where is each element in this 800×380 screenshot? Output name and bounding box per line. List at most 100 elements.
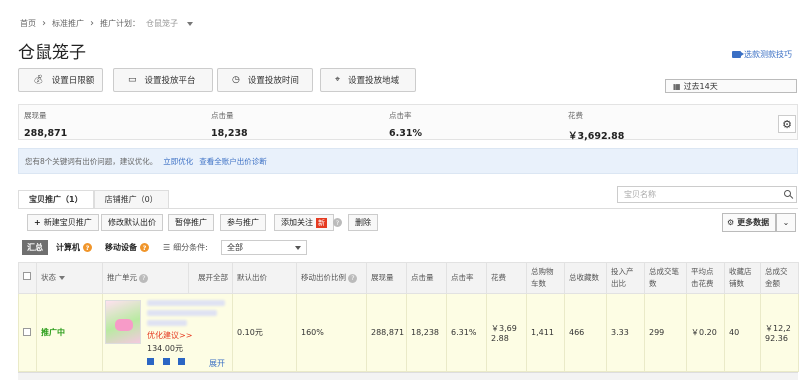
status-badge: 推广中 (41, 328, 65, 337)
video-tips-link[interactable]: 选款测款技巧 (732, 49, 792, 60)
add-item-promotion-button[interactable]: + 新建宝贝推广 (27, 214, 99, 231)
roi-cell: 3.33 (606, 293, 645, 372)
promotion-table: 状态 推广单元 ? 展开全部 默认出价 移动出价比例 ? 展现量 点击量 点击率… (18, 262, 799, 372)
help-icon[interactable]: ? (333, 218, 342, 227)
bid-diagnosis-link[interactable]: 查看全账户出价诊断 (199, 156, 267, 167)
filter-summary[interactable]: 汇总 (22, 240, 48, 255)
date-range-select[interactable]: ▦ 过去14天 (665, 79, 797, 93)
table-row[interactable]: 推广中 优化建议>> 134.00元 展开 0.10元 160% 288,871… (18, 293, 799, 372)
breadcrumb-plan-name[interactable]: 仓鼠笼子 (146, 18, 178, 29)
gear-icon[interactable]: ⚙ (778, 115, 796, 133)
col-impressions[interactable]: 展现量 (366, 262, 407, 294)
delete-button[interactable]: 删除 (348, 214, 378, 231)
pause-icon[interactable] (147, 358, 154, 365)
tab-shop-promotion[interactable]: 店铺推广（0） (93, 190, 169, 209)
col-roi[interactable]: 投入产出比 (606, 262, 645, 294)
stat-ctr: 点击率 6.31% (389, 111, 422, 139)
chevron-down-icon (59, 276, 65, 280)
mobile-ratio-cell: 160% (296, 293, 367, 372)
help-icon[interactable]: ? (348, 273, 358, 283)
col-cart[interactable]: 总购物车数 (526, 262, 565, 294)
filter-row: 汇总 计算机 ? 移动设备 ? ☰ 细分条件: (22, 240, 208, 255)
cpc-cell: ￥0.20 (686, 293, 725, 372)
product-title-blurred[interactable] (147, 300, 225, 306)
optimization-suggestion-link[interactable]: 优化建议>> (147, 330, 229, 341)
shop-fav-cell: 40 (724, 293, 761, 372)
clock-icon: ◷ (232, 75, 240, 85)
row-actions: 展开 (147, 358, 229, 369)
plus-icon: + (34, 218, 41, 227)
col-gmv[interactable]: 总成交金额 (760, 262, 799, 294)
stat-clicks: 点击量 18,238 (211, 111, 248, 139)
product-title-blurred (147, 310, 217, 316)
filter-computer[interactable]: 计算机 ? (51, 240, 97, 255)
cost-cell: ￥3,692.88 (486, 293, 527, 372)
join-button[interactable]: 参与推广 (220, 214, 266, 231)
chevron-right-icon: › (90, 17, 94, 29)
col-mobile-ratio[interactable]: 移动出价比例 ? (296, 262, 367, 294)
impressions-cell: 288,871 (366, 293, 407, 372)
col-clicks[interactable]: 点击量 (406, 262, 447, 294)
fav-cell: 466 (564, 293, 607, 372)
more-data-button[interactable]: ⚙ 更多数据 (722, 213, 776, 232)
breadcrumb-plan-label: 推广计划： (100, 19, 140, 28)
col-cpc[interactable]: 平均点击花费 (686, 262, 725, 294)
breadcrumb-home[interactable]: 首页 (20, 18, 36, 29)
segment-list-icon: ☰ (163, 243, 171, 252)
calendar-icon: ▦ (673, 81, 681, 91)
set-daily-budget-button[interactable]: 💰︎ 设置日限额 (18, 68, 103, 92)
status-cell: 推广中 (36, 293, 103, 372)
col-unit: 推广单元 ? (102, 262, 189, 294)
set-platform-button[interactable]: ▭ 设置投放平台 (113, 68, 213, 92)
row-select-cell (18, 293, 37, 372)
chevron-down-icon (295, 246, 301, 250)
tab-item-promotion[interactable]: 宝贝推广（1） (18, 190, 94, 209)
breadcrumb-section[interactable]: 标准推广 (52, 18, 84, 29)
segment-select[interactable]: 全部 (221, 240, 307, 255)
select-all-cell (18, 262, 37, 294)
expand-link[interactable]: 展开 (209, 358, 225, 369)
bid-cell[interactable]: 0.10元 (232, 293, 297, 372)
pagination-bar (18, 372, 798, 380)
col-fav[interactable]: 总收藏数 (564, 262, 607, 294)
stats-summary: 展现量 288,871 点击量 18,238 点击率 6.31% 花费 ￥3,692.8… (18, 104, 798, 142)
optimize-now-link[interactable]: 立即优化 (163, 156, 193, 167)
map-pin-icon: ⌖ (335, 75, 341, 85)
edit-icon[interactable] (162, 358, 170, 365)
product-info: 优化建议>> 134.00元 展开 (147, 300, 229, 369)
orders-cell: 299 (644, 293, 687, 372)
add-follow-button[interactable]: 添加关注 新 (274, 214, 334, 231)
trash-icon[interactable] (178, 358, 186, 365)
breadcrumb: 首页 › 标准推广 › 推广计划： 仓鼠笼子 (20, 18, 193, 29)
search-icon[interactable] (784, 190, 791, 197)
row-checkbox[interactable] (23, 327, 31, 336)
chevron-right-icon: › (42, 17, 46, 29)
set-region-button[interactable]: ⌖ 设置投放地域 (320, 68, 416, 92)
filter-mobile[interactable]: 移动设备 ? (100, 240, 154, 255)
expand-all-link[interactable]: 展开全部 (188, 262, 233, 294)
clicks-cell: 18,238 (406, 293, 447, 372)
col-status[interactable]: 状态 (36, 262, 103, 294)
gear-icon: ⚙ (727, 218, 735, 227)
edit-default-bid-button[interactable]: 修改默认出价 (101, 214, 163, 231)
search-input[interactable]: 宝贝名称 (617, 186, 797, 203)
col-default-bid[interactable]: 默认出价 (232, 262, 297, 294)
page-title: 仓鼠笼子 (18, 43, 86, 63)
stat-cost: 花费 ￥3,692.88 (568, 111, 625, 142)
col-cost[interactable]: 花费 (486, 262, 527, 294)
col-shop-fav[interactable]: 收藏店铺数 (724, 262, 761, 294)
product-thumbnail[interactable] (105, 300, 141, 344)
product-title-blurred (147, 320, 187, 326)
col-ctr[interactable]: 点击率 (446, 262, 487, 294)
chevron-down-icon[interactable] (187, 21, 193, 26)
col-orders[interactable]: 总成交笔数 (644, 262, 687, 294)
new-badge: 新 (316, 217, 327, 228)
select-all-checkbox[interactable] (23, 272, 31, 280)
chevron-down-icon[interactable]: ⌄ (776, 213, 796, 232)
monitor-icon: ▭ (128, 75, 137, 85)
help-icon[interactable]: ? (139, 273, 149, 283)
set-time-button[interactable]: ◷ 设置投放时间 (217, 68, 313, 92)
notice-bar: 您有8个关键词有出价问题，建议优化。 立即优化 查看全账户出价诊断 (18, 148, 798, 174)
pause-button[interactable]: 暂停推广 (168, 214, 214, 231)
help-icon: ? (140, 243, 149, 252)
